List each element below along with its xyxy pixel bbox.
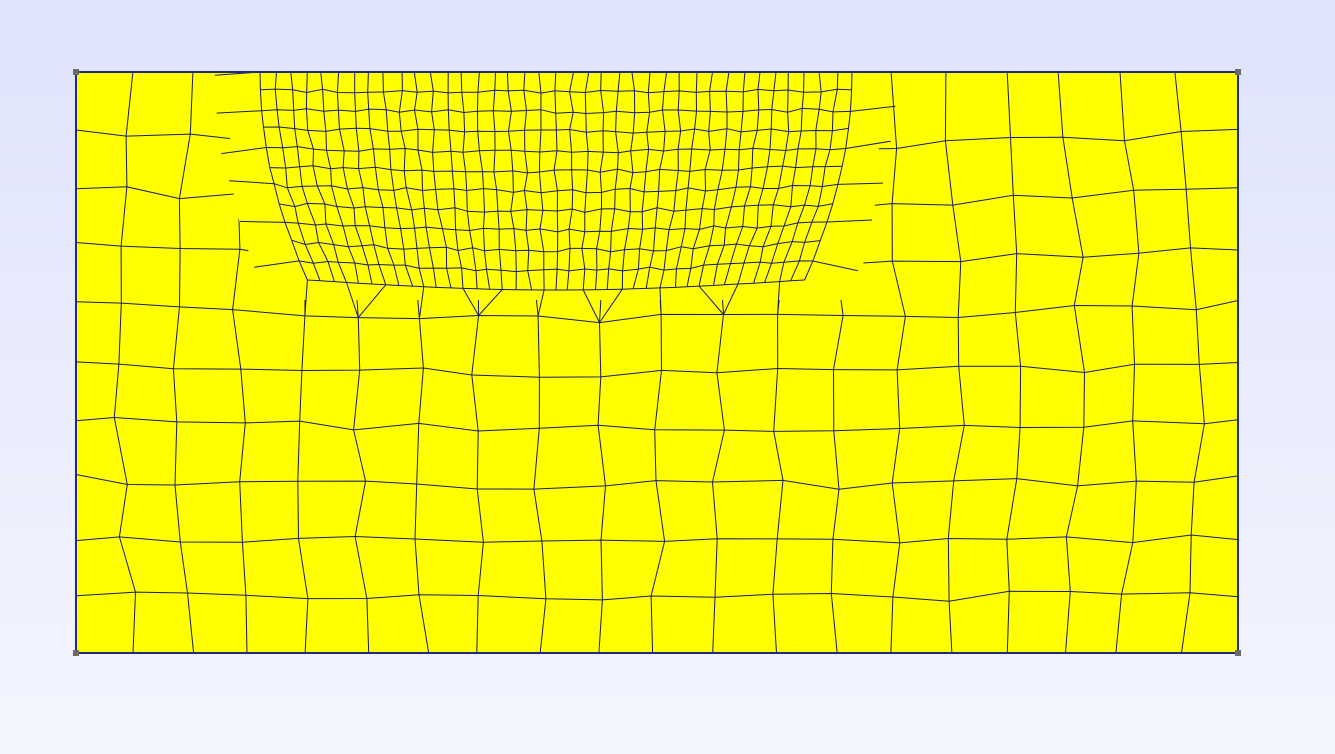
refined-mesh-edges bbox=[230, 71, 879, 300]
quad-mesh-canvas[interactable] bbox=[0, 0, 1335, 754]
graphics-viewport[interactable] bbox=[0, 0, 1335, 754]
corner-vertex-marker[interactable] bbox=[1235, 650, 1241, 656]
corner-vertex-marker[interactable] bbox=[73, 650, 79, 656]
corner-vertex-marker[interactable] bbox=[73, 69, 79, 75]
corner-vertex-marker[interactable] bbox=[1235, 69, 1241, 75]
